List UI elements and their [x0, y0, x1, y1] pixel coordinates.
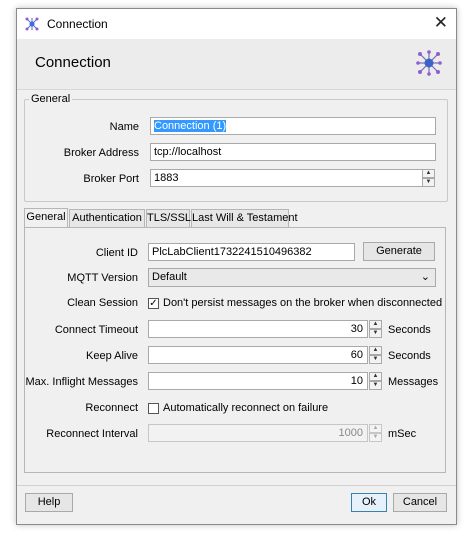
keep-alive-unit: Seconds [388, 350, 431, 362]
max-inflight-spinner[interactable]: ▲ ▼ [369, 372, 382, 390]
broker-port-label: Broker Port [83, 173, 139, 185]
name-input[interactable]: Connection (1) [150, 117, 436, 135]
mqtt-version-select[interactable]: Default ⌄ [148, 268, 436, 287]
clean-session-checkbox[interactable]: ✓ [148, 298, 159, 309]
reconnect-interval-unit: mSec [388, 428, 417, 440]
generate-button[interactable]: Generate [363, 242, 435, 261]
chevron-down-icon: ⌄ [420, 271, 430, 283]
window-title: Connection [47, 17, 108, 31]
chevron-up-icon[interactable]: ▲ [369, 424, 382, 433]
broker-address-input[interactable]: tcp://localhost [150, 143, 436, 161]
keep-alive-input[interactable]: 60 [148, 346, 368, 364]
keep-alive-spinner[interactable]: ▲ ▼ [369, 346, 382, 364]
reconnect-text: Automatically reconnect on failure [163, 402, 329, 414]
tab-general[interactable]: General [24, 208, 68, 228]
tab-last-will[interactable]: Last Will & Testament [191, 209, 298, 227]
chevron-down-icon[interactable]: ▼ [369, 433, 382, 442]
close-icon[interactable]: ✕ [434, 14, 448, 32]
mqtt-version-value: Default [152, 271, 187, 283]
broker-port-input[interactable]: 1883 [150, 169, 423, 187]
connect-timeout-input[interactable]: 30 [148, 320, 368, 338]
connect-timeout-unit: Seconds [388, 324, 431, 336]
chevron-up-icon[interactable]: ▲ [369, 346, 382, 355]
footer-divider [17, 485, 456, 486]
chevron-down-icon[interactable]: ▼ [369, 355, 382, 364]
reconnect-interval-label: Reconnect Interval [46, 428, 138, 440]
client-id-label: Client ID [95, 247, 138, 259]
chevron-down-icon[interactable]: ▼ [369, 329, 382, 338]
title-bar: Connection ✕ [17, 9, 456, 39]
reconnect-interval-input[interactable]: 1000 [148, 424, 368, 442]
tab-authentication[interactable]: Authentication [69, 209, 145, 227]
chevron-up-icon[interactable]: ▲ [369, 372, 382, 381]
header-title: Connection [35, 54, 111, 71]
reconnect-interval-spinner[interactable]: ▲ ▼ [369, 424, 382, 442]
broker-address-label: Broker Address [63, 147, 139, 159]
max-inflight-label: Max. Inflight Messages [25, 376, 139, 388]
name-label: Name [109, 121, 139, 133]
reconnect-checkbox[interactable] [148, 403, 159, 414]
connect-timeout-spinner[interactable]: ▲ ▼ [369, 320, 382, 338]
broker-port-spinner[interactable]: ▲ ▼ [422, 169, 435, 187]
max-inflight-unit: Messages [388, 376, 439, 388]
chevron-down-icon[interactable]: ▼ [369, 381, 382, 390]
general-group-legend: General [29, 93, 73, 105]
keep-alive-label: Keep Alive [86, 350, 138, 362]
clean-session-text: Don't persist messages on the broker whe… [163, 297, 443, 309]
ok-button[interactable]: Ok [351, 493, 387, 512]
chevron-up-icon[interactable]: ▲ [422, 169, 435, 178]
mqtt-version-label: MQTT Version [67, 272, 138, 284]
help-button[interactable]: Help [25, 493, 73, 512]
chevron-up-icon[interactable]: ▲ [369, 320, 382, 329]
connection-dialog: Connection ✕ Connection General Name Con… [16, 8, 457, 525]
tab-tls-ssl[interactable]: TLS/SSL [146, 209, 191, 227]
network-hub-icon [416, 50, 442, 76]
cancel-button[interactable]: Cancel [393, 493, 447, 512]
dialog-header: Connection [17, 39, 456, 90]
clean-session-label: Clean Session [67, 297, 138, 309]
network-icon [25, 17, 39, 31]
client-id-input[interactable]: PlcLabClient1732241510496382 [148, 243, 355, 261]
reconnect-label: Reconnect [85, 402, 138, 414]
connect-timeout-label: Connect Timeout [54, 324, 138, 336]
max-inflight-input[interactable]: 10 [148, 372, 368, 390]
chevron-down-icon[interactable]: ▼ [422, 178, 435, 187]
name-value: Connection (1) [154, 120, 227, 132]
